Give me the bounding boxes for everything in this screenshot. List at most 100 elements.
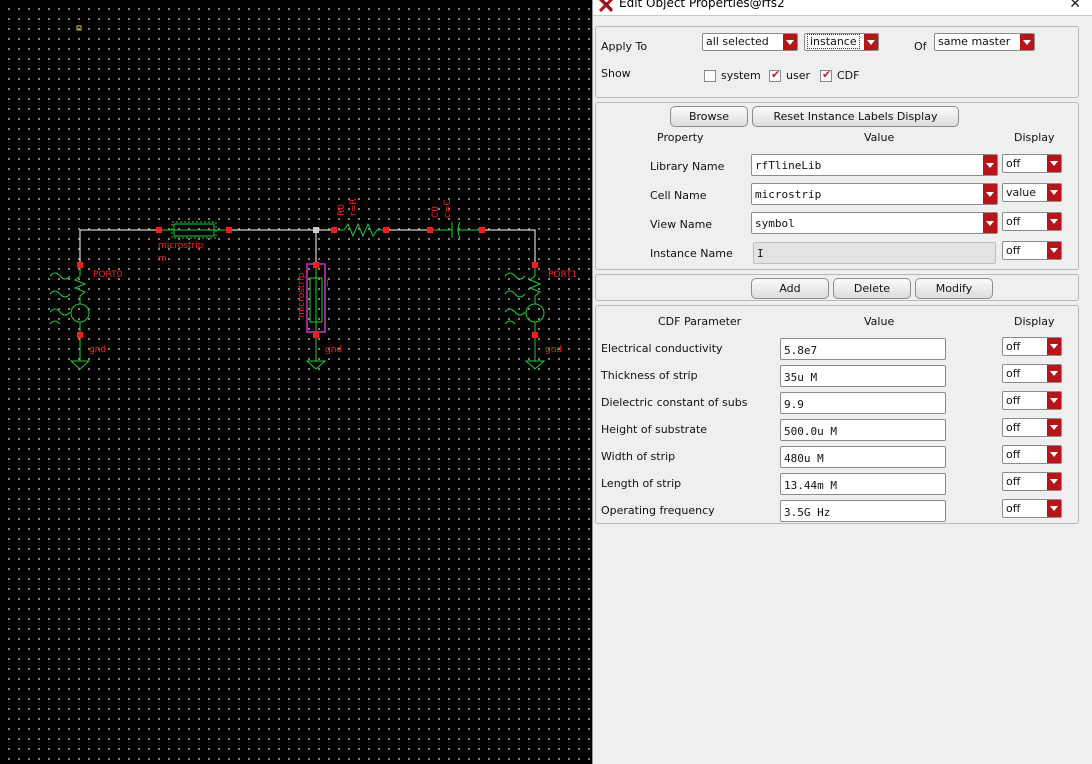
add-button[interactable]: Add [751,278,829,299]
library-name-field[interactable]: rfTlineLib [751,154,998,176]
show-system-checkbox[interactable]: system [704,69,761,82]
property-panel: Browse Reset Instance Labels Display Pro… [595,102,1079,270]
view-name-field[interactable]: symbol [751,212,998,234]
schematic-drawing[interactable]: microstrip m R0 r=R C0 c=C microstrip I [0,0,592,764]
show-cdf-checkbox[interactable]: CDF [820,68,859,82]
chevron-down-icon [1047,242,1061,259]
cdf-param-label: Dielectric constant of subs [601,396,748,409]
instance-name-display[interactable]: off [1002,241,1062,260]
show-user-checkbox[interactable]: user [769,68,810,82]
apply-to-label: Apply To [601,40,648,53]
cdf-display-select[interactable]: off [1002,472,1062,491]
checkmark-icon [820,68,832,82]
width-of-strip-input[interactable]: 480u M [780,446,946,468]
length-of-strip-input[interactable]: 13.44m M [780,473,946,495]
cdf-display-header: Display [1014,315,1055,328]
apply-scope-select[interactable]: instance [804,33,879,51]
apply-to-panel: Apply To all selected instance Of same m… [595,26,1079,98]
library-name-display[interactable]: off [1002,154,1062,173]
library-name-label: Library Name [650,160,725,173]
ms-h-inst: m [158,254,167,264]
res-val: r=R [349,199,359,217]
display-header: Display [1014,131,1055,144]
chevron-down-icon [1047,446,1061,463]
close-icon[interactable]: ✕ [1069,0,1081,12]
gnd-label-left: gnd [89,345,106,355]
chevron-down-icon [1047,338,1061,355]
resistor-r0[interactable]: R0 r=R [334,199,386,238]
port0-source[interactable]: PORT0 [49,265,123,335]
view-name-display[interactable]: off [1002,212,1062,231]
chevron-down-icon [864,34,878,50]
thickness-of-strip-input[interactable]: 35u M [780,365,946,387]
microstrip-horizontal[interactable]: microstrip m [158,221,229,264]
port1-source[interactable]: PORT1 [504,265,577,335]
port1-label: PORT1 [548,270,577,280]
cdf-parameter-panel: CDF Parameter Value Display Electrical c… [595,305,1079,524]
cdf-display-select[interactable]: off [1002,364,1062,383]
of-label: Of [914,40,927,53]
view-name-label: View Name [650,218,713,231]
cap-val: c=C [443,199,453,218]
chevron-down-icon [1047,473,1061,490]
modify-button[interactable]: Modify [915,278,993,299]
cadence-x-icon [599,0,613,12]
cdf-param-label: Height of substrate [601,423,708,436]
cdf-value-header: Value [864,315,895,328]
chevron-down-icon [1047,213,1061,230]
height-of-substrate-input[interactable]: 500.0u M [780,419,946,441]
cell-name-field[interactable]: microstrip [751,183,998,205]
property-header: Property [657,131,704,144]
cdf-param-label: Electrical conductivity [601,342,723,355]
chevron-down-icon [1047,155,1061,172]
instance-name-label: Instance Name [650,247,733,260]
chevron-down-icon [983,155,997,175]
chevron-down-icon [1047,419,1061,436]
dielectric-constant-input[interactable]: 9.9 [780,392,946,414]
apply-to-select[interactable]: all selected [702,33,798,51]
delete-button[interactable]: Delete [833,278,911,299]
gnd-label-right: gnd [545,345,562,355]
cdf-display-select[interactable]: off [1002,337,1062,356]
ms-h-name: microstrip [158,241,204,251]
cdf-param-label: Length of strip [601,477,682,490]
electrical-conductivity-input[interactable]: 5.8e7 [780,338,946,360]
cdf-parameter-header: CDF Parameter [658,315,742,328]
chevron-down-icon [1047,500,1061,517]
ms-v-name: microstrip [297,272,307,318]
title-bar[interactable]: Edit Object Properties@rfs2 ✕ [593,0,1092,16]
origin-marker [76,25,82,31]
chevron-down-icon [1047,392,1061,409]
port0-label: PORT0 [93,270,123,280]
ground-symbols[interactable] [69,335,546,370]
reset-instance-labels-button[interactable]: Reset Instance Labels Display [752,106,959,127]
chevron-down-icon [783,34,797,50]
microstrip-vertical[interactable]: microstrip I [297,263,329,335]
gnd-label-mid: gnd [325,345,342,355]
checkmark-icon [769,68,781,82]
cell-name-display[interactable]: value [1002,183,1062,202]
chevron-down-icon [1047,184,1061,201]
chevron-down-icon [1020,34,1034,50]
browse-button[interactable]: Browse [670,106,748,127]
value-header: Value [864,131,895,144]
wires[interactable] [79,229,536,265]
edit-object-properties-dialog: Edit Object Properties@rfs2 ✕ Apply To a… [592,0,1092,764]
operating-frequency-input[interactable]: 3.5G Hz [780,500,946,522]
junction-dot [313,227,319,233]
cdf-display-select[interactable]: off [1002,418,1062,437]
cdf-display-select[interactable]: off [1002,391,1062,410]
chevron-down-icon [1047,365,1061,382]
capacitor-c0[interactable]: C0 c=C [430,199,482,239]
of-select[interactable]: same master [934,33,1035,51]
window-title: Edit Object Properties@rfs2 [619,0,785,10]
chevron-down-icon [983,184,997,204]
show-label: Show [601,67,631,80]
cdf-param-label: Thickness of strip [601,369,698,382]
cdf-display-select[interactable]: off [1002,445,1062,464]
schematic-canvas[interactable]: microstrip m R0 r=R C0 c=C microstrip I [0,0,592,764]
chevron-down-icon [983,213,997,233]
cap-inst: C0 [431,206,441,218]
ms-v-inst: I [326,279,329,289]
cdf-display-select[interactable]: off [1002,499,1062,518]
